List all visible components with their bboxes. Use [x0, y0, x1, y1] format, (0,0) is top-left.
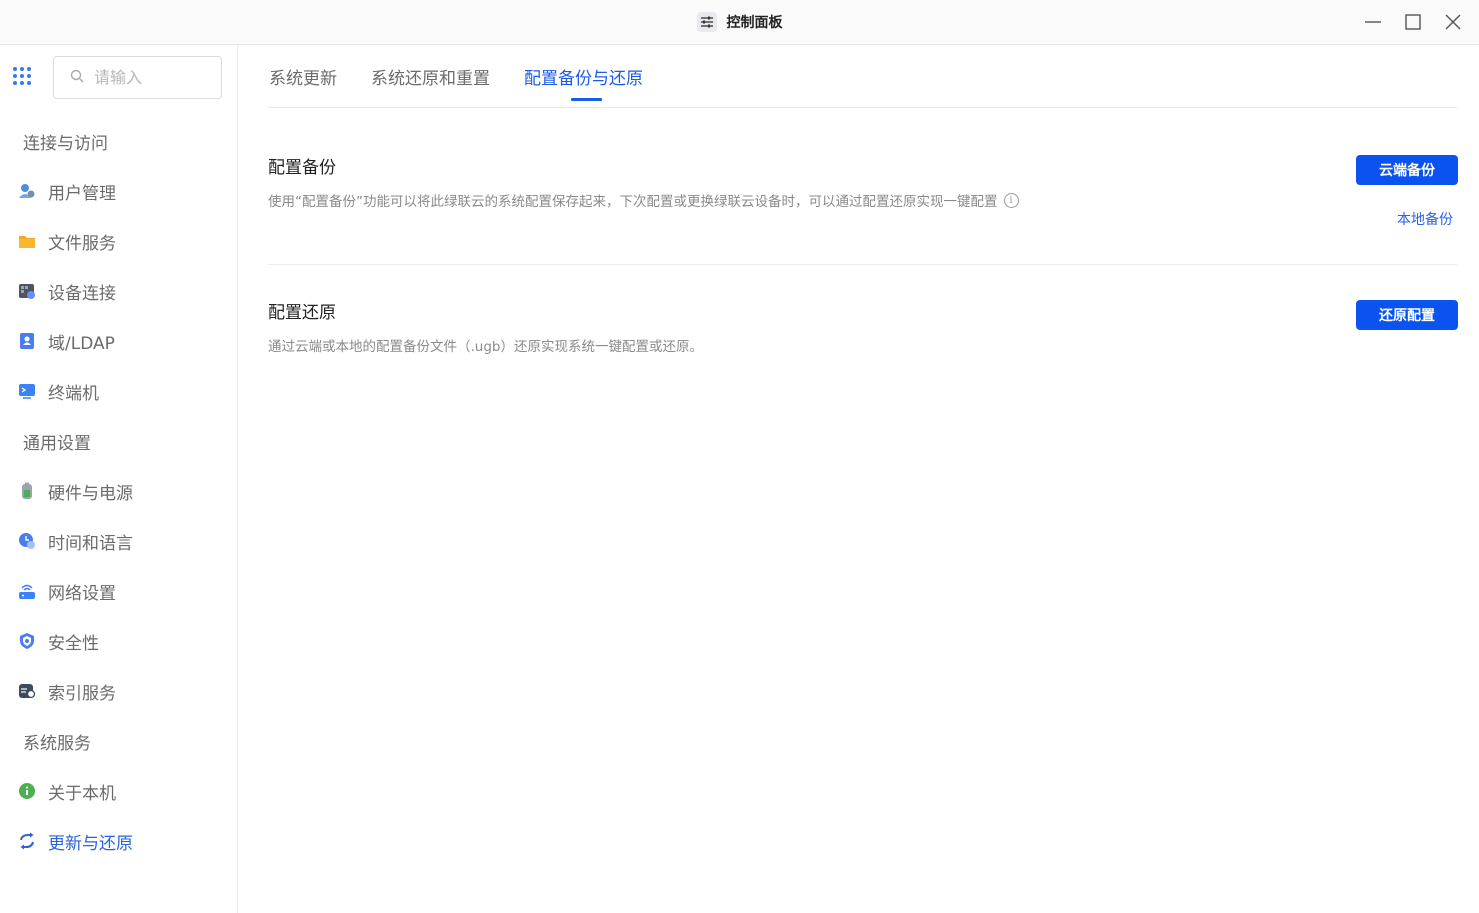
maximize-icon[interactable]: [1399, 8, 1427, 36]
tab-system-update[interactable]: 系统更新: [269, 64, 337, 89]
folder-icon: [18, 232, 36, 250]
sidebar-item-terminal[interactable]: 终端机: [18, 374, 228, 408]
tab-bar: 系统更新 系统还原和重置 配置备份与还原: [268, 45, 1457, 108]
device-icon: [18, 282, 36, 300]
sidebar-item-label: 关于本机: [48, 783, 116, 804]
title-bar: 控制面板: [0, 0, 1479, 45]
main-content: 系统更新 系统还原和重置 配置备份与还原 配置备份 使用“配置备份”功能可以将此…: [238, 45, 1479, 913]
index-icon: [18, 682, 36, 700]
sidebar-item-index-service[interactable]: 索引服务: [18, 674, 228, 708]
refresh-icon: [18, 832, 36, 850]
minimize-icon[interactable]: [1359, 8, 1387, 36]
sidebar-item-time-language[interactable]: 时间和语言: [18, 524, 228, 558]
sidebar-item-label: 域/LDAP: [48, 333, 115, 354]
router-icon: [18, 582, 36, 600]
section-description-row: 通过云端或本地的配置备份文件（.ugb）还原实现系统一键配置或还原。: [268, 335, 1457, 355]
sidebar-item-users[interactable]: 用户管理: [18, 174, 228, 208]
search-icon: [70, 68, 84, 87]
window-title-group: 控制面板: [0, 0, 1479, 44]
group-title-connection: 连接与访问: [23, 134, 108, 154]
users-icon: [18, 182, 36, 200]
shield-icon: [18, 632, 36, 650]
sidebar-item-label: 安全性: [48, 633, 99, 654]
section-title: 配置备份: [268, 158, 336, 178]
sidebar-item-label: 用户管理: [48, 183, 116, 204]
section-divider: [268, 264, 1457, 265]
sidebar-item-label: 索引服务: [48, 683, 116, 704]
restore-config-button[interactable]: 还原配置: [1356, 300, 1458, 330]
info-circle-icon[interactable]: i: [1003, 192, 1019, 208]
local-backup-link[interactable]: 本地备份: [1397, 209, 1453, 229]
sidebar-item-label: 文件服务: [48, 233, 116, 254]
sidebar: 连接与访问 用户管理 文件服务 设备连接 域/LDAP 终端机 通用设置: [0, 45, 238, 913]
window-title: 控制面板: [726, 15, 783, 31]
app-launcher-icon[interactable]: [11, 66, 35, 86]
sliders-icon: [696, 12, 717, 32]
sidebar-item-label: 网络设置: [48, 583, 116, 604]
clock-icon: [18, 532, 36, 550]
sidebar-item-network[interactable]: 网络设置: [18, 574, 228, 608]
sidebar-item-about[interactable]: 关于本机: [18, 774, 228, 808]
sidebar-item-file-service[interactable]: 文件服务: [18, 224, 228, 258]
sidebar-item-label: 终端机: [48, 383, 99, 404]
tab-config-backup-restore[interactable]: 配置备份与还原: [524, 64, 643, 89]
section-description: 使用“配置备份”功能可以将此绿联云的系统配置保存起来，下次配置或更换绿联云设备时…: [268, 194, 998, 210]
sidebar-item-label: 时间和语言: [48, 533, 133, 554]
terminal-icon: [18, 382, 36, 400]
sidebar-item-label: 硬件与电源: [48, 483, 133, 504]
section-config-restore: 配置还原 通过云端或本地的配置备份文件（.ugb）还原实现系统一键配置或还原。: [268, 298, 1457, 355]
search-box[interactable]: [53, 56, 222, 99]
sidebar-item-device-connection[interactable]: 设备连接: [18, 274, 228, 308]
sidebar-item-hardware-power[interactable]: 硬件与电源: [18, 474, 228, 508]
sidebar-item-update-restore[interactable]: 更新与还原: [18, 824, 228, 858]
sidebar-item-label: 更新与还原: [48, 833, 133, 854]
sidebar-item-security[interactable]: 安全性: [18, 624, 228, 658]
info-icon: [18, 782, 36, 800]
sidebar-item-domain-ldap[interactable]: 域/LDAP: [18, 324, 228, 358]
group-title-general: 通用设置: [23, 434, 91, 454]
sidebar-item-label: 设备连接: [48, 283, 116, 304]
cloud-backup-button[interactable]: 云端备份: [1356, 155, 1458, 185]
battery-icon: [18, 482, 36, 500]
section-config-backup: 配置备份 使用“配置备份”功能可以将此绿联云的系统配置保存起来，下次配置或更换绿…: [268, 153, 1457, 210]
active-tab-indicator: [571, 98, 602, 101]
section-description: 通过云端或本地的配置备份文件（.ugb）还原实现系统一键配置或还原。: [268, 339, 703, 355]
section-title: 配置还原: [268, 303, 336, 323]
tab-system-restore-reset[interactable]: 系统还原和重置: [371, 64, 490, 89]
close-icon[interactable]: [1439, 8, 1467, 36]
contact-card-icon: [18, 332, 36, 350]
section-description-row: 使用“配置备份”功能可以将此绿联云的系统配置保存起来，下次配置或更换绿联云设备时…: [268, 190, 1457, 210]
search-input[interactable]: [94, 68, 204, 87]
group-title-system-services: 系统服务: [23, 734, 91, 754]
